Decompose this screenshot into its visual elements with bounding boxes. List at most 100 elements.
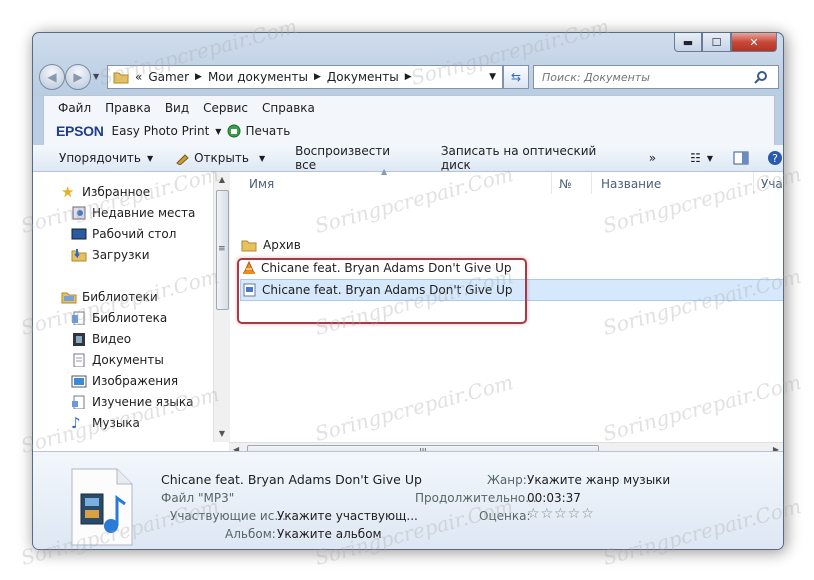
language-learning-icon: [72, 395, 85, 409]
play-all-button[interactable]: Воспроизвести все: [295, 144, 413, 172]
details-pane: Chicane feat. Bryan Adams Don't Give Up …: [33, 451, 783, 549]
recent-pages-dropdown[interactable]: ▼: [93, 72, 99, 81]
star-icon: ★: [61, 183, 75, 201]
nav-libraries[interactable]: Библиотеки: [61, 290, 158, 304]
menu-view[interactable]: Вид: [165, 101, 189, 115]
view-details-icon: ☷: [690, 151, 701, 165]
images-icon: [71, 375, 87, 388]
navigation-pane: ★ Избранное Недавние места Рабочий стол …: [33, 172, 213, 442]
details-album-value[interactable]: Укажите альбом: [277, 527, 382, 541]
details-genre-value[interactable]: Укажите жанр музыки: [527, 473, 670, 487]
breadcrumb-documents[interactable]: Документы: [327, 70, 399, 84]
media-file-thumbnail-icon: [71, 468, 133, 546]
preview-pane-icon: [733, 151, 749, 165]
nav-downloads-label: Загрузки: [92, 248, 150, 262]
nav-downloads[interactable]: Загрузки: [71, 248, 150, 262]
column-header-title[interactable]: Название: [601, 177, 661, 191]
nav-documents-label: Документы: [92, 353, 164, 367]
title-buttons: ▬ ☐ ✕: [674, 33, 777, 53]
details-rating-label: Оценка:: [479, 509, 531, 523]
nav-music[interactable]: ♪ Музыка: [71, 416, 140, 431]
breadcrumb-arrow-icon[interactable]: ▶: [405, 72, 412, 82]
help-icon: ?: [768, 151, 782, 165]
burn-button[interactable]: Записать на оптический диск: [441, 144, 627, 172]
nav-desktop[interactable]: Рабочий стол: [71, 227, 176, 241]
details-artists-value[interactable]: Укажите участвующ...: [277, 509, 418, 523]
sort-ascending-icon: ▲: [381, 167, 388, 176]
column-header-number[interactable]: №: [559, 177, 571, 191]
column-header-name[interactable]: Имя: [249, 177, 274, 191]
open-with-icon: [176, 154, 189, 165]
details-filetype: Файл "MP3": [161, 491, 235, 505]
help-button[interactable]: ?: [767, 150, 783, 166]
menu-help[interactable]: Справка: [262, 101, 315, 115]
back-arrow-icon: ◀: [47, 70, 57, 84]
details-duration-label: Продолжительно...: [415, 491, 537, 505]
print-icon: [227, 124, 241, 138]
library-icon: [72, 311, 85, 325]
column-header-artist[interactable]: Уча: [761, 177, 783, 191]
print-button[interactable]: Печать: [245, 124, 290, 138]
folder-icon: [113, 72, 129, 84]
preview-pane-button[interactable]: [733, 151, 749, 165]
folder-icon: [241, 240, 257, 252]
scroll-down-icon[interactable]: ▼: [214, 426, 230, 442]
nav-favorites[interactable]: ★ Избранное: [61, 183, 150, 201]
address-bar[interactable]: « Gamer ▶ Мои документы ▶ Документы ▶ ▼: [107, 65, 503, 89]
open-dropdown-icon: ▼: [258, 153, 266, 163]
nav-video-label: Видео: [92, 332, 132, 346]
libraries-icon: [61, 292, 77, 304]
nav-language-label: Изучение языка: [92, 395, 194, 409]
refresh-button[interactable]: ⇆: [503, 65, 529, 89]
file-row-archive-folder[interactable]: Архив: [241, 235, 775, 255]
nav-video[interactable]: Видео: [71, 332, 131, 346]
menu-edit[interactable]: Правка: [105, 101, 151, 115]
open-button[interactable]: Открыть ▼: [175, 151, 265, 165]
view-options-button[interactable]: ☷ ▼: [690, 151, 713, 165]
breadcrumb-arrow-icon[interactable]: ▶: [195, 72, 202, 82]
maximize-button[interactable]: ☐: [702, 33, 731, 52]
more-commands-button[interactable]: »: [649, 151, 656, 165]
search-box: [533, 65, 779, 89]
rating-stars[interactable]: ☆☆☆☆☆: [527, 506, 595, 522]
nav-desktop-label: Рабочий стол: [92, 227, 177, 241]
menu-tools[interactable]: Сервис: [203, 101, 248, 115]
recent-places-icon: [72, 206, 86, 220]
nav-recent-label: Недавние места: [92, 206, 196, 220]
organize-label: Упорядочить: [59, 151, 141, 165]
nav-recent-places[interactable]: Недавние места: [71, 206, 195, 220]
play-all-label: Воспроизвести все: [295, 144, 391, 172]
scroll-up-icon[interactable]: ▲: [214, 172, 230, 188]
nav-images[interactable]: Изображения: [71, 374, 178, 388]
highlight-annotation: [237, 258, 527, 324]
address-overflow[interactable]: «: [135, 70, 142, 84]
details-album-label: Альбом:: [225, 527, 276, 541]
close-button[interactable]: ✕: [731, 33, 777, 52]
search-input[interactable]: [540, 69, 754, 85]
navigation-pane-scrollbar[interactable]: ▲ ≡ ▼: [213, 172, 230, 442]
organize-button[interactable]: Упорядочить ▼: [59, 151, 153, 165]
breadcrumb-my-documents[interactable]: Мои документы: [208, 70, 308, 84]
address-dropdown-icon[interactable]: ▼: [489, 72, 496, 82]
details-genre-label: Жанр:: [487, 473, 527, 487]
nav-library[interactable]: Библиотека: [71, 311, 167, 325]
nav-documents[interactable]: Документы: [71, 353, 164, 367]
menu-bar: Файл Правка Вид Сервис Справка EPSON Eas…: [43, 95, 775, 149]
easy-photo-print-button[interactable]: Easy Photo Print: [112, 124, 210, 138]
minimize-button[interactable]: ▬: [674, 33, 702, 52]
easy-photo-print-dropdown-icon[interactable]: ▼: [215, 127, 221, 136]
scroll-grip-icon: ≡: [218, 244, 226, 254]
nav-language-learning[interactable]: Изучение языка: [71, 395, 193, 409]
forward-button[interactable]: ▶: [65, 64, 91, 90]
column-separator: [551, 172, 552, 194]
svg-text:?: ?: [772, 152, 778, 165]
breadcrumb-gamer[interactable]: Gamer: [148, 70, 189, 84]
downloads-icon: [71, 249, 87, 262]
epson-toolbar: EPSON Easy Photo Print ▼ Печать: [56, 123, 290, 139]
back-button[interactable]: ◀: [39, 64, 65, 90]
nav-library-label: Библиотека: [92, 311, 168, 325]
menu: Файл Правка Вид Сервис Справка: [58, 101, 329, 115]
breadcrumb-arrow-icon[interactable]: ▶: [314, 72, 321, 82]
search-icon[interactable]: [754, 70, 768, 84]
menu-file[interactable]: Файл: [58, 101, 91, 115]
